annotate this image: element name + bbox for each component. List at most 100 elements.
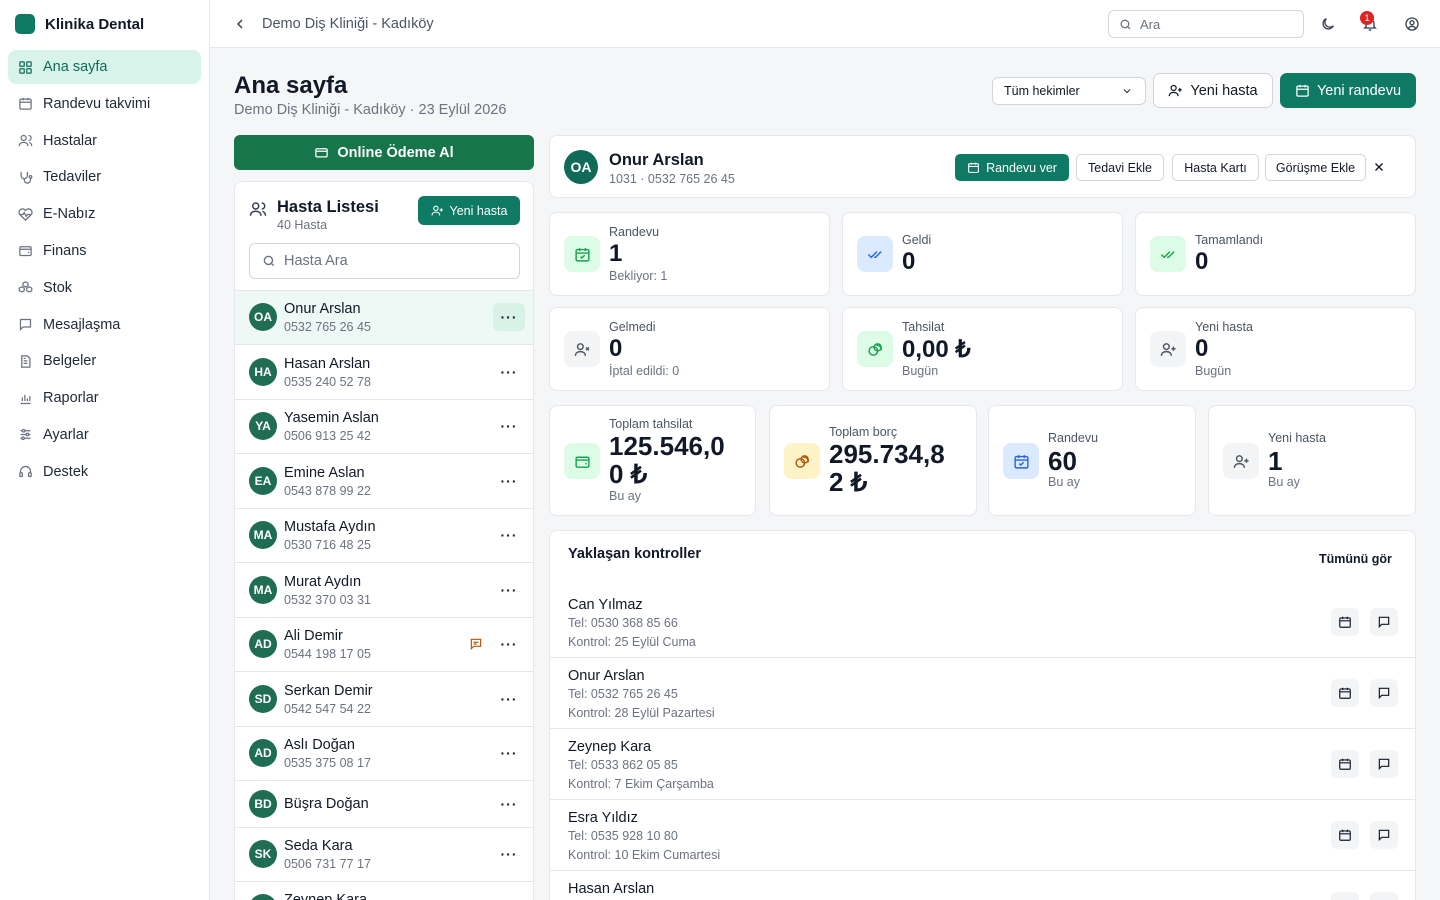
calendar-icon[interactable] [1331,821,1359,849]
patient-row[interactable]: SD Serkan Demir 0542 547 54 22 ··· [235,671,533,726]
more-options-button[interactable]: ··· [493,467,525,495]
more-options-button[interactable]: ··· [493,521,525,549]
patient-name: Serkan Demir [284,683,373,699]
patient-search-placeholder: Hasta Ara [284,253,348,269]
moon-icon[interactable] [1320,16,1336,32]
dashboard-icon [18,60,33,75]
add-meeting-button[interactable]: Görüşme Ekle [1265,154,1366,181]
sidebar-item-label: E-Nabız [43,206,96,223]
sidebar-item-label: Raporlar [43,390,99,407]
list-item: Can Yılmaz Tel: 0530 368 85 66 Kontrol: … [550,587,1415,658]
see-all-link[interactable]: Tümünü gör [1319,552,1392,566]
patient-row[interactable]: SK Seda Kara 0506 731 77 17 ··· [235,827,533,881]
calendar-icon[interactable] [1331,679,1359,707]
sidebar-item-mesajlasma[interactable]: Mesajlaşma [8,308,201,342]
more-options-button[interactable]: ··· [493,739,525,767]
online-payment-label: Online Ödeme Al [337,144,454,161]
message-icon[interactable] [1370,608,1398,636]
avatar: BD [249,790,277,818]
user-plus-icon [1150,331,1186,367]
patient-name: Can Yılmaz [568,597,643,613]
patient-row[interactable]: AD Aslı Doğan 0535 375 08 17 ··· [235,726,533,780]
stat-sub: Bugün [902,364,939,378]
sidebar-item-randevu-takvimi[interactable]: Randevu takvimi [8,87,201,121]
sidebar-item-ana-sayfa[interactable]: Ana sayfa [8,50,201,84]
sidebar-item-finans[interactable]: Finans [8,234,201,268]
user-circle-icon[interactable] [1404,16,1420,32]
more-options-button[interactable]: ··· [493,630,525,658]
online-payment-button[interactable]: Online Ödeme Al [234,135,534,170]
sidebar-item-hastalar[interactable]: Hastalar [8,124,201,158]
sidebar-item-ayarlar[interactable]: Ayarlar [8,418,201,452]
patient-row[interactable]: HA Hasan Arslan 0535 240 52 78 ··· [235,344,533,399]
patient-row[interactable]: OA Onur Arslan 0532 765 26 45 ··· [235,290,533,344]
message-icon[interactable] [1370,821,1398,849]
boxes-icon [18,280,33,295]
more-options-button[interactable]: ··· [493,576,525,604]
calendar-icon[interactable] [1331,750,1359,778]
message-icon[interactable] [1370,750,1398,778]
avatar: MA [249,576,277,604]
stat-card-tahsilat: Tahsilat 0,00 ₺ Bugün [842,307,1123,391]
calendar-plus-icon [1295,83,1310,98]
sidebar-nav: Ana sayfa Randevu takvimi Hastalar Tedav… [0,48,209,494]
control-date: Kontrol: 25 Eylül Cuma [568,635,696,649]
patient-row[interactable]: AD Ali Demir 0544 198 17 05 ··· [235,617,533,671]
stat-sub: Bugün [1195,364,1232,378]
double-check-icon [857,236,893,272]
patient-row[interactable]: MA Mustafa Aydın 0530 716 48 25 ··· [235,508,533,562]
add-patient-button[interactable]: Yeni hasta [418,196,520,225]
calendar-icon[interactable] [1331,608,1359,636]
control-date: Kontrol: 10 Ekim Cumartesi [568,848,721,862]
message-icon[interactable] [469,637,485,653]
more-options-button[interactable]: ··· [493,790,525,818]
sidebar-item-label: Mesajlaşma [43,316,121,333]
patient-row[interactable]: YA Yasemin Aslan 0506 913 25 42 ··· [235,399,533,453]
sidebar-item-stok[interactable]: Stok [8,271,201,305]
patient-list-title: Hasta Listesi [277,198,379,216]
sidebar-item-label: Belgeler [43,353,97,370]
sidebar-item-label: Ana sayfa [43,59,108,75]
calendar-plus-icon [967,161,980,174]
user-x-icon [564,331,600,367]
message-icon[interactable] [1370,892,1398,900]
message-icon[interactable] [1370,679,1398,707]
stat-card-geldi: Geldi 0 [842,212,1123,296]
list-item: Esra Yıldız Tel: 0535 928 10 80 Kontrol:… [550,800,1415,871]
patient-row[interactable]: ZK Zeynep Kara [235,881,533,900]
patient-name: Hasan Arslan [284,356,371,372]
doctor-select[interactable]: Tüm hekimler [992,77,1146,105]
stat-label: Geldi [902,233,932,247]
more-options-button[interactable]: ··· [493,358,525,386]
give-appointment-button[interactable]: Randevu ver [955,154,1069,181]
patient-search-input[interactable]: Hasta Ara [249,243,520,279]
patient-row[interactable]: BD Büşra Doğan ··· [235,780,533,827]
search-input[interactable]: Ara [1108,10,1304,38]
patient-phone: 0532 370 03 31 [284,593,371,607]
brand[interactable]: Klinika Dental [0,0,209,48]
patient-name: Esra Yıldız [568,810,638,826]
close-icon[interactable] [1372,160,1386,174]
sidebar-item-destek[interactable]: Destek [8,455,201,489]
chevron-left-icon[interactable] [232,16,248,32]
patient-name: Seda Kara [284,838,353,854]
list-item: Onur Arslan Tel: 0532 765 26 45 Kontrol:… [550,658,1415,729]
more-options-button[interactable]: ··· [493,840,525,868]
new-appointment-button[interactable]: Yeni randevu [1280,73,1416,108]
sidebar-item-tedaviler[interactable]: Tedaviler [8,160,201,194]
add-treatment-button[interactable]: Tedavi Ekle [1076,154,1164,181]
patient-row[interactable]: EA Emine Aslan 0543 878 99 22 ··· [235,453,533,508]
more-options-button[interactable]: ··· [493,303,525,331]
patient-info: 1031 · 0532 765 26 45 [609,172,735,186]
patient-card-button[interactable]: Hasta Kartı [1172,154,1259,181]
sidebar-item-e-nabiz[interactable]: E-Nabız [8,197,201,231]
more-options-button[interactable]: ··· [493,685,525,713]
patient-row[interactable]: MA Murat Aydın 0532 370 03 31 ··· [235,562,533,617]
calendar-icon[interactable] [1331,892,1359,900]
sidebar-item-belgeler[interactable]: Belgeler [8,344,201,378]
new-patient-button[interactable]: Yeni hasta [1153,73,1273,108]
search-icon [262,254,276,268]
sidebar-item-raporlar[interactable]: Raporlar [8,381,201,415]
more-options-button[interactable]: ··· [493,412,525,440]
calendar-icon [18,96,33,111]
